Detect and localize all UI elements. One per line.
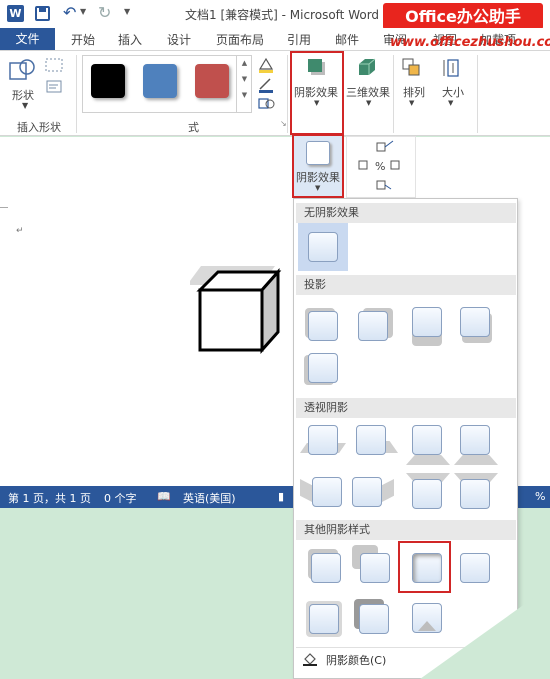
perspective-option-6[interactable] bbox=[350, 473, 396, 519]
tab-layout[interactable]: 页面布局 bbox=[216, 31, 264, 48]
other-style-option-5[interactable] bbox=[300, 595, 346, 641]
tab-design[interactable]: 设计 bbox=[167, 31, 191, 48]
watermark-logo: Office办公助手 bbox=[383, 3, 543, 30]
style-swatch-black[interactable] bbox=[91, 64, 125, 98]
language-indicator[interactable]: 英语(美国) bbox=[183, 490, 236, 506]
shadow-effects-button[interactable]: 阴影效果 bbox=[294, 84, 338, 100]
tab-home[interactable]: 开始 bbox=[71, 31, 95, 48]
word-logo-icon: W bbox=[7, 5, 24, 22]
zoom-level[interactable]: % bbox=[535, 490, 545, 503]
word-count[interactable]: 0 个字 bbox=[104, 490, 137, 506]
arrange-dropdown-icon[interactable]: ▼ bbox=[409, 99, 414, 107]
page-count[interactable]: 第 1 页，共 1 页 bbox=[8, 490, 91, 506]
size-icon[interactable] bbox=[442, 57, 464, 79]
group-divider bbox=[287, 55, 288, 133]
perspective-option-7[interactable] bbox=[404, 473, 450, 519]
shapes-icon[interactable] bbox=[8, 57, 38, 85]
tab-insert[interactable]: 插入 bbox=[118, 31, 142, 48]
redo-icon[interactable]: ↻ bbox=[98, 3, 111, 22]
drop-shadow-option-3[interactable] bbox=[404, 303, 450, 349]
paragraph-mark: ↵ bbox=[16, 226, 24, 236]
style-swatch-blue[interactable] bbox=[143, 64, 177, 98]
group-divider bbox=[76, 55, 77, 133]
perspective-option-4[interactable] bbox=[452, 423, 498, 469]
shadow-nudge-controls: % bbox=[346, 136, 416, 198]
no-shadow-thumb bbox=[308, 232, 338, 262]
watermark-url: www.officezhushou.com bbox=[390, 35, 550, 50]
shapes-dropdown-icon[interactable]: ▼ bbox=[22, 101, 28, 110]
tab-file[interactable]: 文件 bbox=[0, 28, 55, 50]
nudge-arrows-icon[interactable]: % bbox=[347, 137, 417, 199]
gallery-more-icon[interactable]: ▼ bbox=[237, 91, 252, 99]
undo-icon[interactable]: ↶ bbox=[63, 3, 76, 22]
perspective-option-8[interactable] bbox=[452, 473, 498, 519]
save-icon[interactable] bbox=[35, 6, 50, 21]
section-no-shadow: 无阴影效果 bbox=[296, 203, 516, 223]
proofing-icon[interactable]: 📖 bbox=[157, 490, 171, 503]
page-margin-mark bbox=[0, 207, 8, 208]
section-drop-shadow: 投影 bbox=[296, 275, 516, 295]
gallery-scrollbar[interactable]: ▲ ▼ ▼ bbox=[236, 55, 252, 113]
arrange-button[interactable]: 排列 bbox=[403, 84, 425, 100]
tab-mailings[interactable]: 邮件 bbox=[335, 31, 359, 48]
section-perspective: 透视阴影 bbox=[296, 398, 516, 418]
shadow-effects-icon[interactable] bbox=[306, 57, 328, 77]
other-style-option-4[interactable] bbox=[452, 545, 498, 591]
undo-dropdown-icon[interactable]: ▼ bbox=[80, 7, 86, 16]
perspective-option-5[interactable] bbox=[300, 473, 346, 519]
3d-effects-button[interactable]: 三维效果 bbox=[346, 84, 390, 100]
section-other-styles: 其他阴影样式 bbox=[296, 520, 516, 540]
ribbon: 形状 ▼ 插入形状 ▲ ▼ ▼ 式 ↘ 阴影效果 ▼ 三维效果 ▼ 排列 ▼ 大… bbox=[0, 50, 550, 136]
3d-effects-icon[interactable] bbox=[356, 57, 378, 77]
insert-shapes-group-label: 插入形状 bbox=[17, 121, 61, 134]
customize-toolbar-icon[interactable]: ▼ bbox=[124, 7, 130, 16]
window-title: 文档1 [兼容模式] - Microsoft Word bbox=[185, 8, 380, 22]
sub-button-highlight bbox=[292, 134, 344, 198]
title-bar: W ↶ ▼ ↻ ▼ 文档1 [兼容模式] - Microsoft Word Of… bbox=[0, 0, 550, 30]
3d-effects-dropdown-icon[interactable]: ▼ bbox=[366, 99, 371, 107]
shadow-effects-dropdown-icon[interactable]: ▼ bbox=[314, 99, 319, 107]
gallery-down-icon[interactable]: ▼ bbox=[237, 75, 252, 83]
drop-shadow-option-4[interactable] bbox=[452, 303, 498, 349]
other-style-option-6[interactable] bbox=[350, 595, 396, 641]
screenshot-frame: W ↶ ▼ ↻ ▼ 文档1 [兼容模式] - Microsoft Word Of… bbox=[0, 0, 550, 679]
gallery-up-icon[interactable]: ▲ bbox=[237, 59, 252, 67]
shadow-color-label: 阴影颜色(C) bbox=[326, 654, 387, 667]
drop-shadow-option-2[interactable] bbox=[350, 303, 396, 349]
edit-shape-icons[interactable] bbox=[44, 57, 66, 107]
fill-outline-effects-icons[interactable] bbox=[256, 55, 284, 111]
size-dropdown-icon[interactable]: ▼ bbox=[448, 99, 453, 107]
paint-bucket-icon bbox=[303, 653, 317, 666]
group-divider bbox=[477, 55, 478, 133]
style-group-label: 式 bbox=[188, 121, 199, 134]
style-swatch-red[interactable] bbox=[195, 64, 229, 98]
arrange-icon[interactable] bbox=[401, 57, 423, 77]
drop-shadow-option-1[interactable] bbox=[300, 303, 346, 349]
dialog-launcher-icon[interactable]: ↘ bbox=[280, 119, 287, 128]
tab-references[interactable]: 引用 bbox=[287, 31, 311, 48]
group-divider bbox=[393, 55, 394, 133]
perspective-option-3[interactable] bbox=[404, 423, 450, 469]
drop-shadow-option-5[interactable] bbox=[300, 349, 346, 395]
svg-text:%: % bbox=[375, 160, 385, 173]
option-no-shadow[interactable] bbox=[298, 223, 348, 271]
perspective-option-2[interactable] bbox=[350, 423, 398, 469]
size-button[interactable]: 大小 bbox=[442, 84, 464, 100]
shape-style-gallery bbox=[82, 55, 252, 113]
perspective-option-1[interactable] bbox=[300, 423, 346, 469]
torn-page-edge bbox=[420, 586, 550, 679]
read-mode-icon[interactable]: ▮ bbox=[278, 490, 284, 503]
other-style-option-1[interactable] bbox=[300, 545, 346, 591]
other-style-option-2[interactable] bbox=[350, 545, 396, 591]
cube-shape[interactable] bbox=[190, 260, 290, 360]
